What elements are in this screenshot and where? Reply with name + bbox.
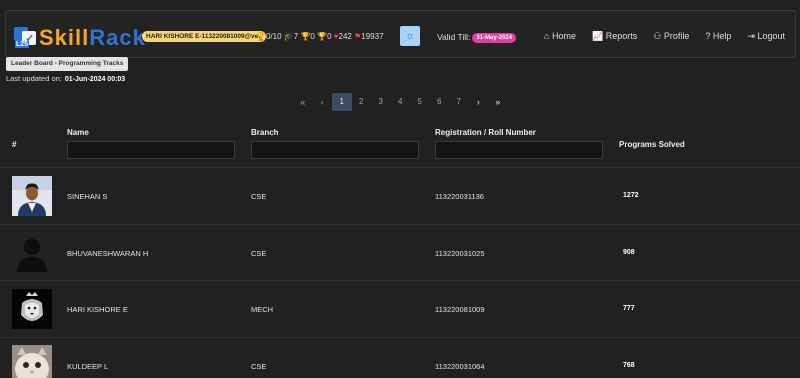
page-4-button[interactable]: 4 [391,93,411,111]
row-divider [0,280,800,281]
logo-text-skill: Skill [39,25,90,50]
row-branch: CSE [251,362,267,371]
registration-filter-input[interactable] [435,141,603,159]
row-name: HARI KISHORE E [67,305,128,314]
row-registration: 113220031025 [435,249,485,258]
row-programs-solved: 777 [623,305,635,312]
first-page-button[interactable]: « [293,93,313,111]
trophy-icon: 🏆 [256,32,266,41]
nav-reports[interactable]: 📈 Reports [592,31,637,42]
column-header-index: # [12,140,17,149]
row-registration: 113220031136 [435,192,484,201]
row-branch: CSE [251,249,267,258]
valid-date-badge: 31-May-2024 [472,33,517,43]
row-divider [0,337,800,338]
validity-info: Valid Till: 31-May-2024 [437,32,517,43]
branch-filter-input[interactable] [251,141,419,159]
nav-logout[interactable]: ⇥ Logout [747,31,785,42]
row-programs-solved: 1272 [623,192,639,199]
row-name: BHUVANESHWARAN H [67,249,149,258]
page-6-button[interactable]: 6 [430,93,450,111]
graduation-cap-icon: 🎓 [283,32,294,41]
row-branch: MECH [251,305,274,314]
nav-links: ⌂ Home 📈 Reports ⚇ Profile ? Help ⇥ Logo… [544,31,785,42]
row-programs-solved: 768 [623,362,635,369]
column-header-programs-solved[interactable]: Programs Solved [619,140,685,149]
column-header-name[interactable]: Name [67,128,89,137]
name-filter-input[interactable] [67,141,235,159]
avatar [12,289,52,329]
page-2-button[interactable]: 2 [352,93,372,111]
skillrack-logo[interactable]: ✓ L25 SkillRack [14,25,146,51]
logo-text-rack: Rack [89,25,146,50]
home-icon: ⌂ [544,31,550,41]
row-divider [0,167,800,168]
bronze-medal-icon: 🏆 [317,32,328,41]
row-branch: CSE [251,192,267,201]
page-7-button[interactable]: 7 [449,93,469,111]
reports-icon: 📈 [591,31,604,41]
next-page-button[interactable]: › [469,93,489,111]
avatar [12,232,52,272]
last-updated: Last updated on: 01-Jun-2024 00:03 [6,74,126,83]
nav-help[interactable]: ? Help [705,31,731,42]
page-3-button[interactable]: 3 [371,93,391,111]
nav-profile[interactable]: ⚇ Profile [653,31,689,42]
gold-medal-icon: 🏆 [300,32,311,41]
user-stats: 🏆0/10 🎓7 🏆0 🏆0 ♥242 ⚑19937 [256,32,384,41]
help-icon: ? [705,31,711,41]
sun-icon: ☼ [404,30,416,42]
column-header-branch[interactable]: Branch [251,128,279,137]
row-registration: 113220081009 [435,305,485,314]
prev-page-button[interactable]: ‹ [313,93,333,111]
column-header-registration[interactable]: Registration / Roll Number [435,128,536,137]
breadcrumb[interactable]: Leader Board - Programming Tracks [6,57,129,71]
avatar [12,176,52,216]
page-5-button[interactable]: 5 [410,93,430,111]
row-name: KULDEEP L [67,362,109,371]
row-divider [0,224,800,225]
profile-icon: ⚇ [653,31,662,41]
row-name: SINEHAN S [67,192,108,201]
avatar [12,345,52,378]
logout-icon: ⇥ [747,31,755,41]
row-programs-solved: 908 [623,249,635,256]
top-navbar: ✓ L25 SkillRack HARI KISHORE E-113220081… [5,10,796,58]
nav-home[interactable]: ⌂ Home [544,31,576,42]
pagination: « ‹ 1 2 3 4 5 6 7 › » [293,93,508,111]
last-page-button[interactable]: » [488,93,508,111]
page-1-button[interactable]: 1 [332,93,352,111]
theme-toggle-button[interactable]: ☼ [400,26,420,46]
user-id-badge: HARI KISHORE E-113220081009@vec [142,31,266,42]
row-registration: 113220031064 [435,362,485,371]
logo-icon: ✓ L25 [14,27,36,49]
